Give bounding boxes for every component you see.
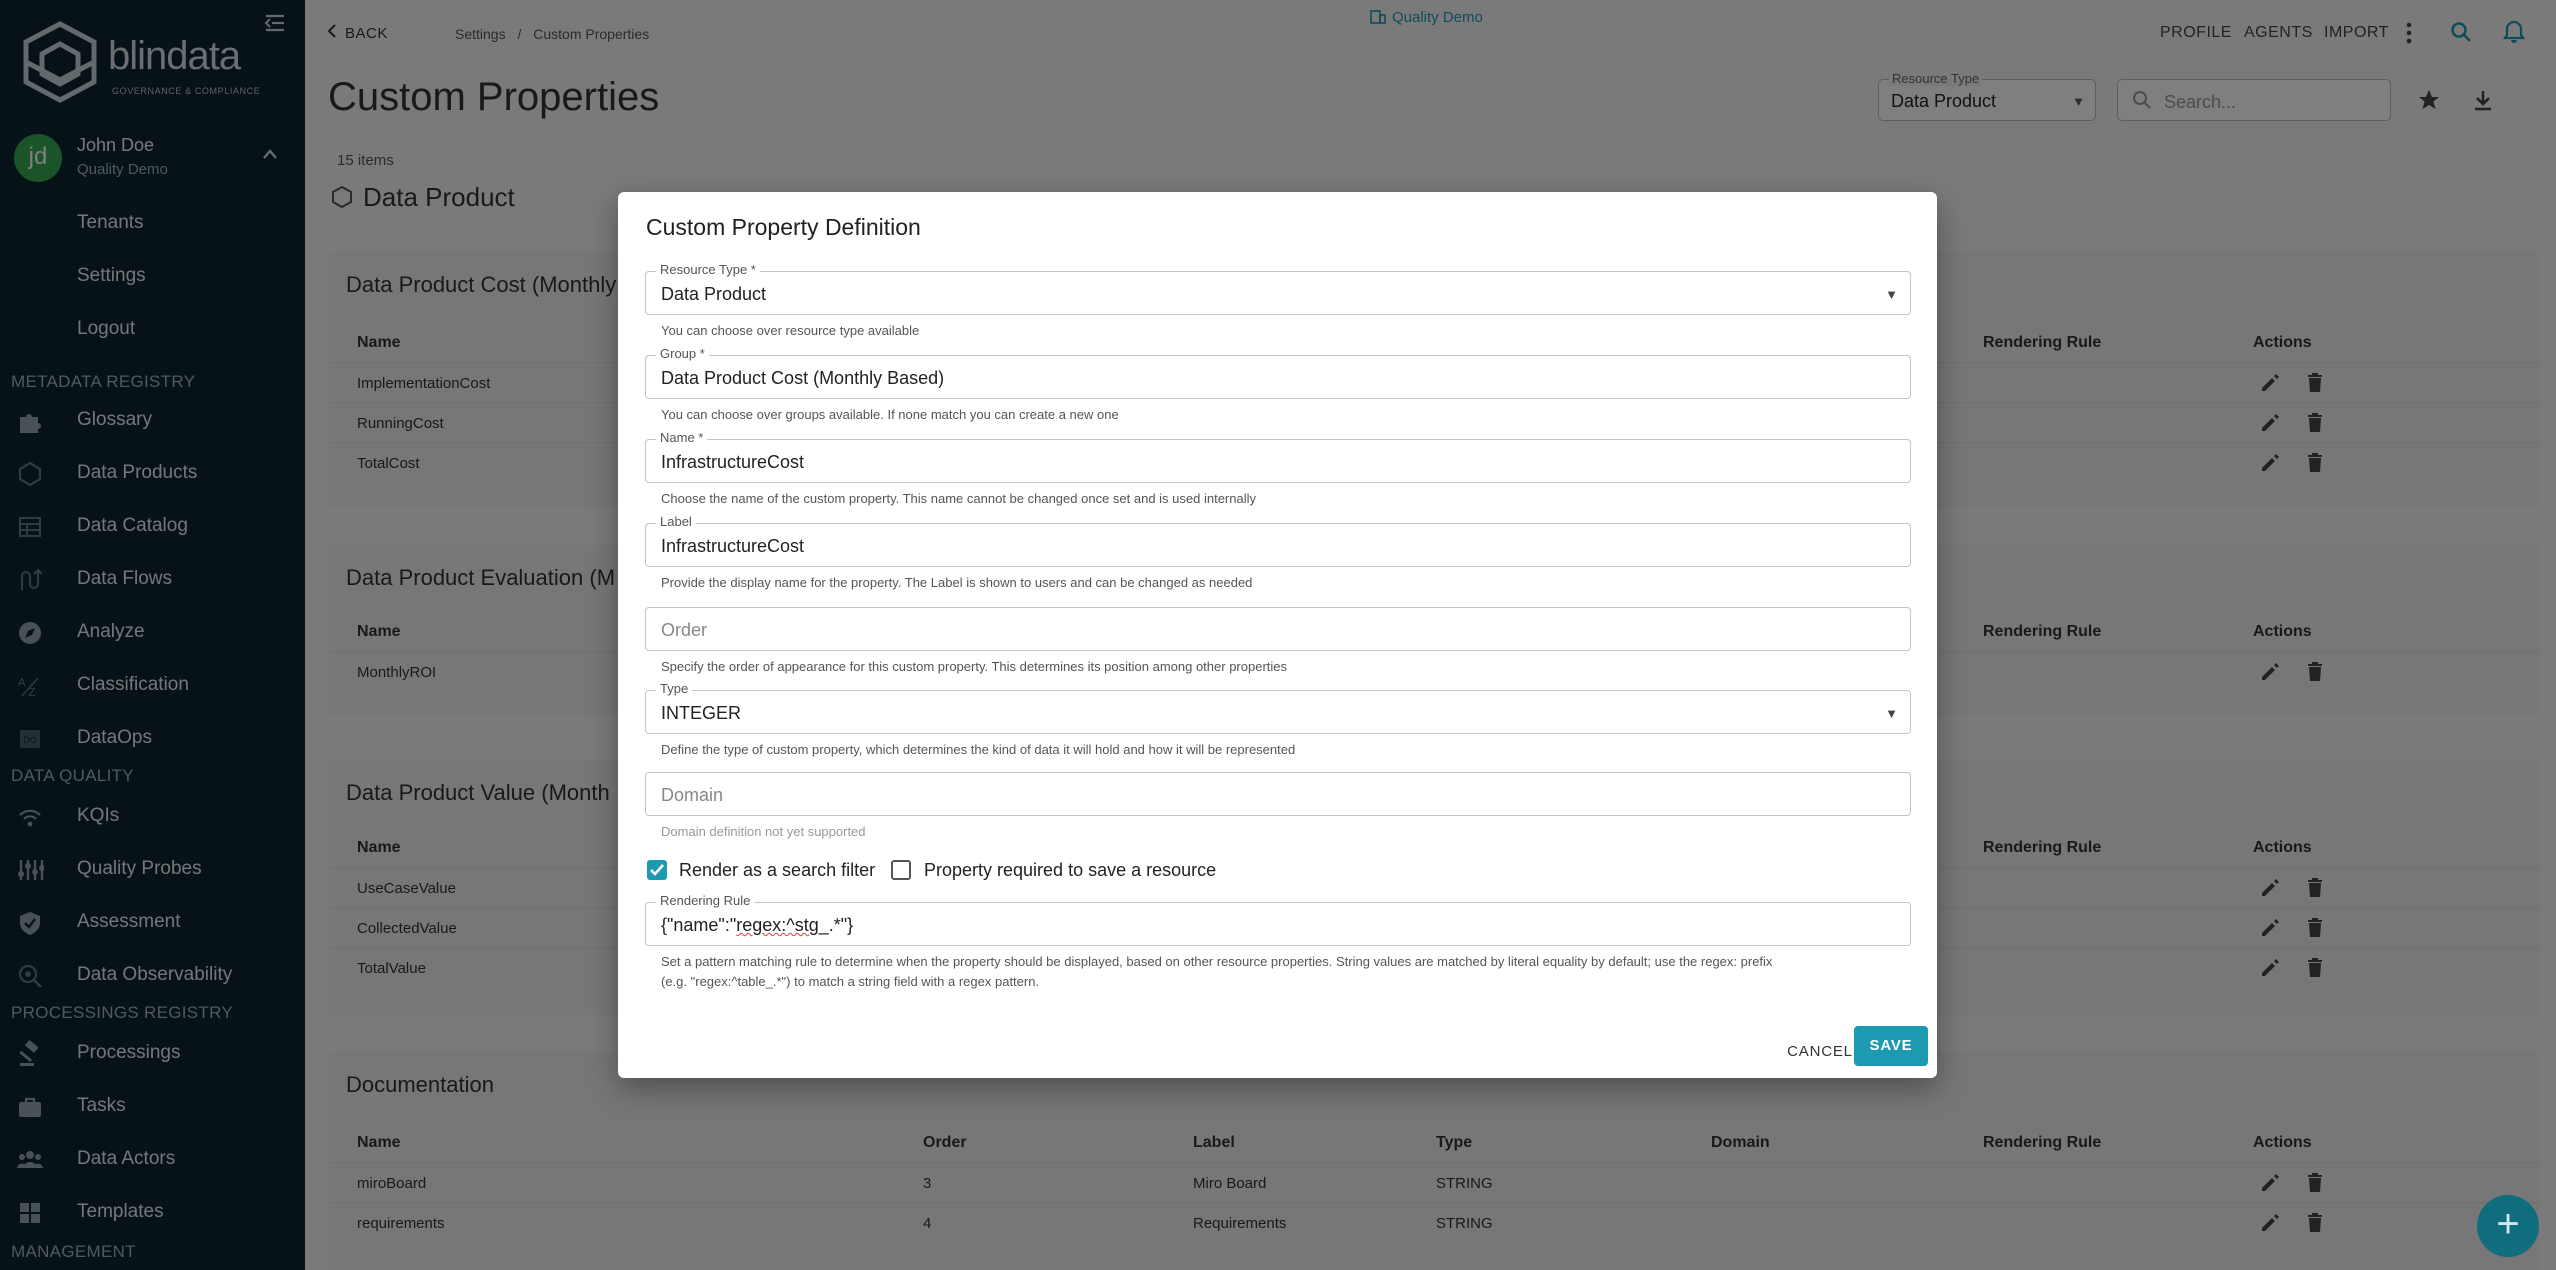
field-label: Resource Type * xyxy=(656,262,760,277)
rule-value-prefix: {"name":" xyxy=(661,915,737,935)
name-field[interactable]: Name * InfrastructureCost xyxy=(645,430,1911,483)
add-property-button[interactable]: + xyxy=(2477,1195,2539,1257)
field-label: Label xyxy=(656,514,696,529)
domain-field[interactable]: Domain xyxy=(645,772,1911,816)
order-field[interactable]: Order xyxy=(645,607,1911,651)
type-select[interactable]: Type INTEGER ▼ xyxy=(645,681,1911,734)
required-checkbox[interactable] xyxy=(891,860,911,880)
check-icon xyxy=(650,864,664,876)
field-value: {"name":"regex:^stg_.*"} xyxy=(661,915,853,936)
group-field[interactable]: Group * Data Product Cost (Monthly Based… xyxy=(645,346,1911,399)
field-label: Rendering Rule xyxy=(656,893,755,908)
field-placeholder: Domain xyxy=(661,785,724,805)
spellcheck-underline: regex:^stg xyxy=(736,915,819,935)
resource-type-help: You can choose over resource type availa… xyxy=(661,323,920,338)
rendering-rule-help-2: (e.g. "regex:^table_.*") to match a stri… xyxy=(661,974,1040,989)
field-value: InfrastructureCost xyxy=(661,536,805,556)
custom-property-dialog: Custom Property Definition Resource Type… xyxy=(618,192,1937,1078)
field-placeholder: Order xyxy=(661,620,708,640)
type-help: Define the type of custom property, whic… xyxy=(661,742,1296,757)
field-label: Group * xyxy=(656,346,709,361)
field-value: Data Product xyxy=(661,284,767,304)
search-filter-label: Render as a search filter xyxy=(679,860,876,880)
search-filter-checkbox[interactable] xyxy=(647,860,667,880)
dropdown-arrow-icon: ▼ xyxy=(1885,287,1898,302)
dropdown-arrow-icon: ▼ xyxy=(1885,706,1898,721)
resource-type-select[interactable]: Resource Type * Data Product ▼ xyxy=(645,262,1911,315)
order-help: Specify the order of appearance for this… xyxy=(661,659,1288,674)
field-label: Name * xyxy=(656,430,708,445)
dialog-title: Custom Property Definition xyxy=(646,214,921,240)
field-label: Type xyxy=(656,681,693,696)
field-value: Data Product Cost (Monthly Based) xyxy=(661,368,945,388)
field-value: INTEGER xyxy=(661,703,742,723)
domain-help: Domain definition not yet supported xyxy=(661,824,866,839)
rule-value-suffix: _.*"} xyxy=(818,915,854,935)
group-help: You can choose over groups available. If… xyxy=(661,407,1119,422)
rendering-rule-help-1: Set a pattern matching rule to determine… xyxy=(661,954,1773,969)
rendering-rule-field[interactable]: Rendering Rule {"name":"regex:^stg_.*"} xyxy=(645,893,1911,946)
name-help: Choose the name of the custom property. … xyxy=(661,491,1256,506)
plus-icon: + xyxy=(2496,1202,2520,1246)
label-help: Provide the display name for the propert… xyxy=(661,575,1253,590)
field-value: InfrastructureCost xyxy=(661,452,805,472)
save-button[interactable]: SAVE xyxy=(1854,1026,1928,1066)
label-field[interactable]: Label InfrastructureCost xyxy=(645,514,1911,567)
required-label: Property required to save a resource xyxy=(924,860,1217,880)
